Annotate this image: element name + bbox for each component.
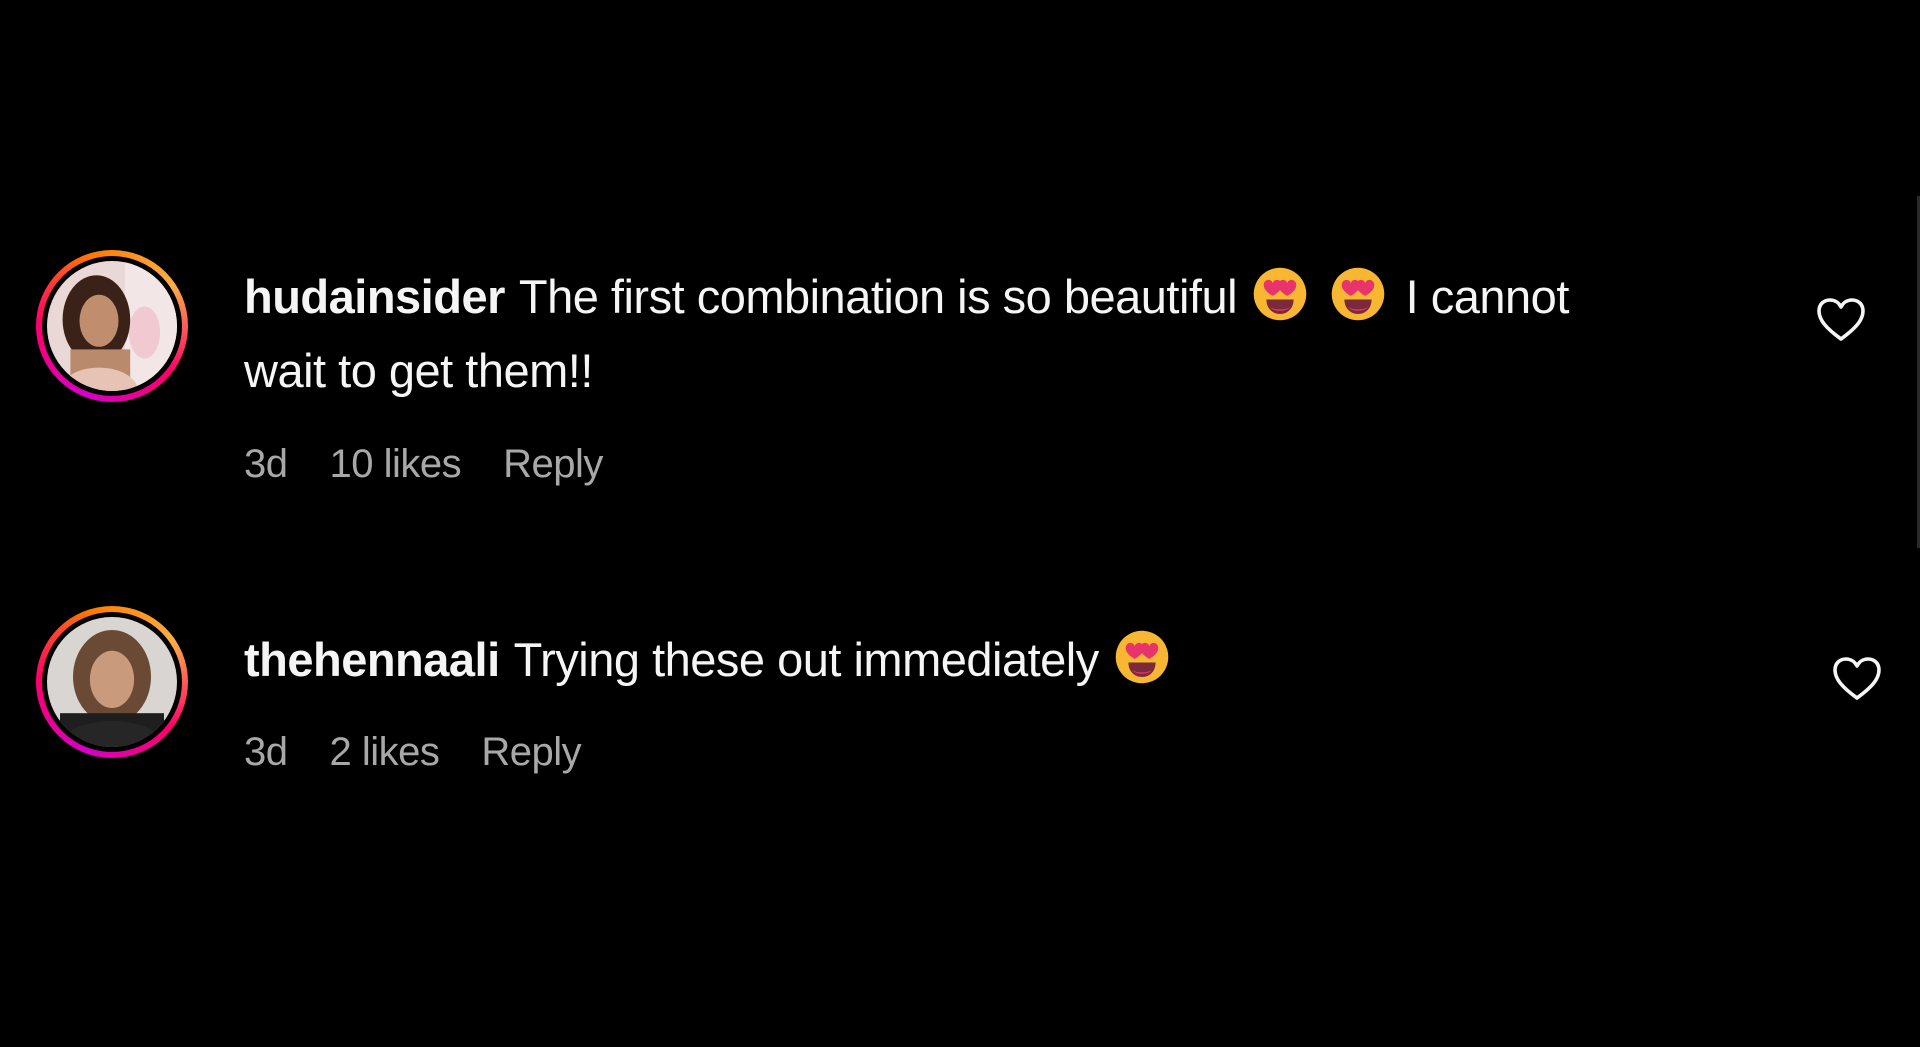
comment-text: hudainsider The first combination is so b…	[244, 260, 1624, 408]
comment-timestamp[interactable]: 3d	[244, 442, 288, 486]
avatar	[47, 617, 177, 747]
comment-meta: 3d 2 likes Reply	[244, 730, 623, 775]
comment-timestamp[interactable]: 3d	[244, 730, 288, 774]
comment-like-count[interactable]: 2 likes	[330, 730, 440, 774]
heart-eyes-emoji-icon	[1329, 265, 1387, 323]
avatar-story-ring[interactable]	[36, 606, 188, 758]
comment-body: The first combination is so beautiful	[518, 270, 1238, 323]
like-heart-icon[interactable]	[1832, 656, 1882, 702]
reply-button[interactable]: Reply	[481, 730, 581, 774]
reply-button[interactable]: Reply	[503, 442, 603, 486]
heart-eyes-emoji-icon	[1251, 265, 1309, 323]
heart-eyes-emoji-icon	[1113, 628, 1171, 686]
avatar-story-ring[interactable]	[36, 250, 188, 402]
comment-username[interactable]: thehennaali	[244, 633, 500, 686]
avatar	[47, 261, 177, 391]
like-heart-icon[interactable]	[1816, 297, 1866, 343]
comment-username[interactable]: hudainsider	[244, 270, 505, 323]
comment-like-count[interactable]: 10 likes	[330, 442, 462, 486]
avatar-image	[47, 261, 177, 391]
comment-body: Trying these out immediately	[513, 633, 1100, 686]
avatar-image	[47, 617, 177, 747]
comment-meta: 3d 10 likes Reply	[244, 442, 645, 487]
comment-text: thehennaali Trying these out immediately	[244, 623, 1624, 697]
